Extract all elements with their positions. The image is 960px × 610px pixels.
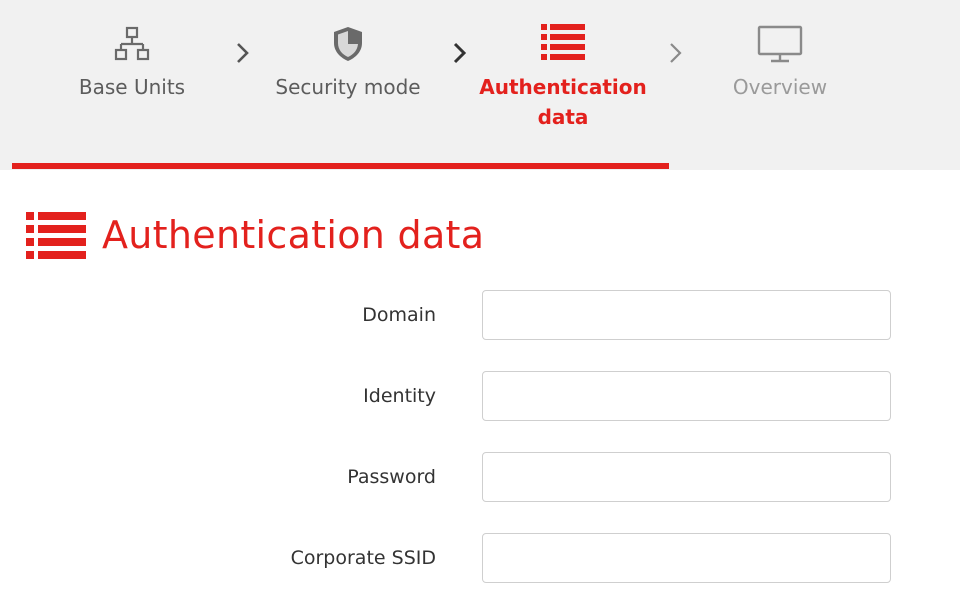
form-row-identity: Identity: [0, 371, 960, 421]
password-input[interactable]: [482, 452, 891, 502]
domain-label: Domain: [362, 304, 436, 326]
shield-icon: [248, 24, 448, 68]
monitor-icon: [680, 24, 880, 68]
corporate-ssid-input[interactable]: [482, 533, 891, 583]
list-icon: [463, 24, 663, 68]
page-title: Authentication data: [102, 213, 485, 257]
list-icon: [26, 211, 86, 259]
step-label: Base Units: [78, 75, 186, 99]
network-icon: [32, 24, 232, 68]
wizard-steps: Base Units Security mode Authentication …: [0, 0, 960, 170]
step-label: Authentication data: [479, 75, 647, 129]
wizard-progress-bar: [12, 163, 669, 169]
step-base-units[interactable]: Base Units: [32, 24, 232, 102]
step-security-mode[interactable]: Security mode: [248, 24, 448, 102]
step-overview[interactable]: Overview: [680, 24, 880, 102]
password-label: Password: [347, 466, 436, 488]
domain-input[interactable]: [482, 290, 891, 340]
step-label: Overview: [732, 75, 828, 99]
step-label: Security mode: [275, 75, 421, 99]
identity-label: Identity: [363, 385, 436, 407]
form-row-domain: Domain: [0, 290, 960, 340]
form-row-corporate-ssid: Corporate SSID: [0, 533, 960, 583]
step-authentication-data[interactable]: Authentication data: [463, 24, 663, 132]
section-header: Authentication data: [26, 208, 484, 262]
corporate-ssid-label: Corporate SSID: [290, 547, 436, 569]
form-row-password: Password: [0, 452, 960, 502]
identity-input[interactable]: [482, 371, 891, 421]
